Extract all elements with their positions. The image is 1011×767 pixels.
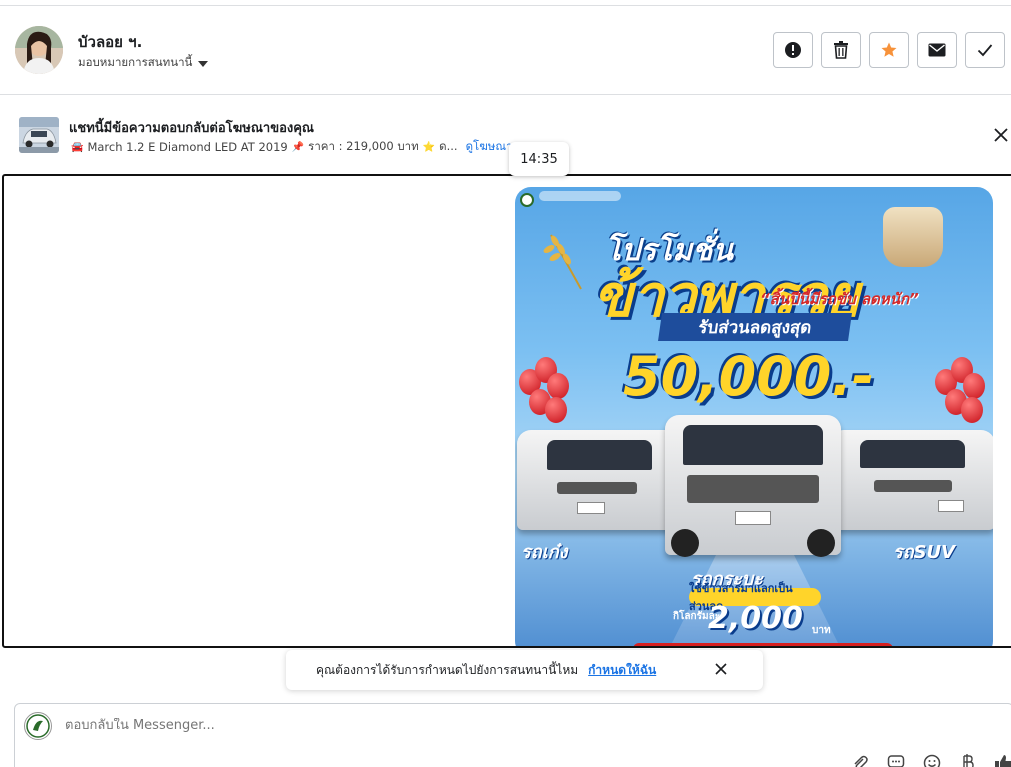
message-thread[interactable]: โปรโมชั่น ข้าวพารวย “สิ้นปีนี้มีรถขับ ลด…	[2, 174, 1011, 648]
conversation-view: บัวลอย ฯ. มอบหมายการสนทนานี้ แชทนี้มีข้อ…	[0, 0, 1011, 767]
promo-discount-amount: 50,000.-	[623, 345, 875, 408]
mark-done-button[interactable]	[965, 32, 1005, 68]
ad-truncated: ด...	[439, 139, 458, 153]
assign-to-me-link[interactable]: กำหนดให้ฉัน	[588, 661, 656, 680]
delete-button[interactable]	[821, 32, 861, 68]
messenger-reply-input[interactable]	[65, 718, 665, 733]
report-spam-button[interactable]	[773, 32, 813, 68]
contact-name[interactable]: บัวลอย ฯ.	[78, 30, 142, 54]
attach-icon[interactable]	[849, 752, 871, 767]
ad-summary-line: 🚘 March 1.2 E Diamond LED AT 2019 📌 ราคา…	[71, 138, 512, 156]
assign-dropdown[interactable]: มอบหมายการสนทนานี้	[78, 54, 209, 72]
sedan-label: รถเก๋ง	[521, 542, 568, 563]
ad-banner-title: แชทนี้มีข้อความตอบกลับต่อโฆษณาของคุณ	[69, 121, 314, 136]
ad-thumbnail[interactable]	[19, 117, 59, 153]
star-emoji-icon: ⭐	[422, 141, 436, 153]
trash-icon	[834, 41, 848, 59]
mark-unread-button[interactable]	[917, 32, 957, 68]
assign-label: มอบหมายการสนทนานี้	[78, 55, 193, 69]
promo-image-message[interactable]: โปรโมชั่น ข้าวพารวย “สิ้นปีนี้มีรถขับ ลด…	[515, 187, 993, 646]
header-actions	[773, 32, 1005, 68]
assign-reminder-toast: คุณต้องการได้รับการกำหนดไปยังการสนทนานี้…	[286, 650, 763, 690]
like-icon[interactable]	[993, 752, 1011, 767]
star-button[interactable]	[869, 32, 909, 68]
promo-tagline: “สิ้นปีนี้มีรถขับ ลดหนัก”	[760, 290, 919, 308]
timestamp-tooltip: 14:35	[509, 142, 569, 176]
avatar[interactable]	[15, 26, 63, 74]
ad-reply-banner: แชทนี้มีข้อความตอบกลับต่อโฆษณาของคุณ 🚘 M…	[0, 96, 1011, 174]
wheat-icon	[543, 234, 582, 290]
baht-icon[interactable]	[957, 752, 979, 767]
saved-reply-icon[interactable]	[885, 752, 907, 767]
check-icon	[977, 44, 993, 57]
emoji-icon[interactable]	[921, 752, 943, 767]
baht-label: บาท	[812, 625, 831, 636]
composer-toolbar	[849, 752, 1011, 767]
ad-price: ราคา : 219,000 บาท	[308, 139, 419, 153]
page-avatar	[24, 712, 52, 740]
pin-emoji-icon: 📌	[291, 141, 305, 153]
caret-down-icon	[198, 61, 209, 67]
star-icon	[881, 42, 897, 57]
sedan-image	[517, 430, 682, 530]
reminder-text: คุณต้องการได้รับการกำหนดไปยังการสนทนานี้…	[316, 662, 579, 677]
conversation-header: บัวลอย ฯ. มอบหมายการสนทนานี้	[0, 6, 1011, 95]
suv-image	[830, 430, 993, 530]
brand-logo	[520, 193, 534, 207]
promo-discount-label: รับส่วนลดสูงสุด	[658, 313, 852, 341]
envelope-icon	[928, 43, 946, 57]
reply-composer	[14, 703, 1011, 767]
car-emoji-icon: 🚘	[71, 141, 84, 153]
brand-name-bar	[539, 191, 621, 201]
ad-model: March 1.2 E Diamond LED AT 2019	[87, 140, 288, 154]
rice-bag-image	[883, 207, 943, 267]
close-icon[interactable]	[714, 662, 728, 676]
pickup-image	[665, 415, 841, 557]
view-ad-link[interactable]: ดูโฆษณา	[466, 138, 513, 156]
rice-amount: 2,000	[708, 601, 803, 636]
suv-label: รถSUV	[893, 542, 956, 563]
close-icon[interactable]	[993, 127, 1009, 143]
alert-icon	[785, 42, 801, 58]
promo-bottom-banner	[633, 643, 893, 646]
